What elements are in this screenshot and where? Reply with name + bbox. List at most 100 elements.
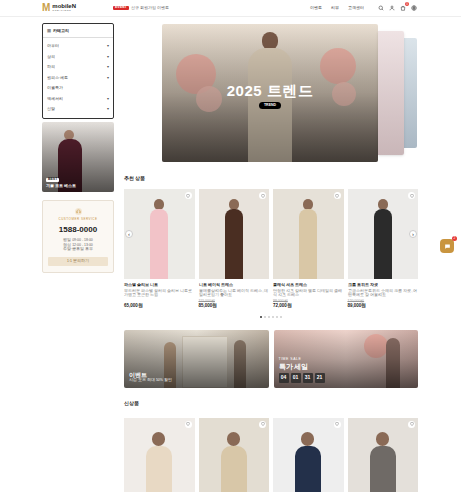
product-image[interactable] <box>124 189 195 279</box>
product-name[interactable]: 니트 베이직 드레스 <box>199 283 270 288</box>
carousel-dot[interactable] <box>276 316 278 318</box>
heart-icon[interactable] <box>335 422 339 426</box>
sidebar: ☰카테고리아우터 ▾ 상의 ▾ 하의 ▾ 원피스·세트 ▾ 이월특가액세서리 ▾ 신발 ▾ BEST겨울… <box>42 17 114 492</box>
carousel-dots <box>124 316 418 318</box>
carousel-dot[interactable] <box>268 316 270 318</box>
sidebar-item[interactable]: 이월특가 <box>47 83 109 94</box>
product-image[interactable] <box>348 189 419 279</box>
product-name[interactable]: 크롭 트위드 자켓 <box>348 283 419 288</box>
product-card[interactable] <box>124 418 195 492</box>
product-image[interactable] <box>273 418 344 492</box>
wishlist-button[interactable] <box>334 192 341 199</box>
heart-icon[interactable] <box>261 422 265 426</box>
sidebar-item-label[interactable]: 신발 <box>47 106 55 112</box>
search-icon[interactable] <box>378 5 384 11</box>
product-image[interactable] <box>199 418 270 492</box>
sidebar-item[interactable]: 원피스·세트 ▾ <box>47 73 109 84</box>
sidebar-item[interactable]: 아우터 ▾ <box>47 41 109 52</box>
inquiry-button[interactable]: 1:1 문의하기 <box>48 257 108 266</box>
event-banner[interactable]: 이벤트시즌 오프 최대 50% 할인 <box>124 330 269 388</box>
wishlist-button[interactable] <box>259 421 266 428</box>
product-card[interactable]: 파스텔 슬리브 니트부드러운 파스텔 컬러의 슬리브 니트로 가볍고 포근한 느… <box>124 189 195 309</box>
best-banner[interactable]: BEST겨울 코트 베스트 <box>42 122 114 192</box>
prev-button[interactable]: ‹ <box>125 230 133 238</box>
logo-text[interactable]: mobileNCREATIONS <box>52 3 76 13</box>
hero-button[interactable]: TREND <box>259 102 281 109</box>
sidebar-item-label[interactable]: 하의 <box>47 64 55 70</box>
carousel-dot[interactable] <box>280 316 282 318</box>
wishlist-button[interactable] <box>259 192 266 199</box>
bag-icon[interactable] <box>400 5 406 11</box>
section-title: 추천 상품 <box>124 176 418 181</box>
user-icon[interactable] <box>389 5 395 11</box>
chat-icon[interactable] <box>444 243 451 250</box>
hero-slide[interactable]: 2025 트렌드TREND <box>162 24 378 162</box>
heart-icon[interactable] <box>410 422 414 426</box>
best-badge: BEST <box>46 178 59 183</box>
site-header: MmobileNCREATIONS EVENT신규 회원가입 이벤트 이벤트 리뷰 고객… <box>0 0 461 17</box>
wishlist-button[interactable] <box>185 421 192 428</box>
heart-icon[interactable] <box>186 422 190 426</box>
next-button[interactable]: › <box>409 230 417 238</box>
carousel-dot[interactable] <box>264 316 266 318</box>
product-image[interactable] <box>124 418 195 492</box>
chat-button[interactable]: 2 <box>440 239 454 253</box>
expand-icon[interactable]: ▾ <box>107 106 109 112</box>
sidebar-item[interactable]: 하의 ▾ <box>47 62 109 73</box>
promo[interactable]: EVENT신규 회원가입 이벤트 <box>113 5 169 11</box>
carousel-dot[interactable] <box>260 316 262 318</box>
nav-link[interactable]: 이벤트 <box>310 5 322 11</box>
promo-badge: EVENT <box>113 6 129 11</box>
product-old-price: 120,000원 <box>348 299 419 303</box>
product-card[interactable] <box>199 418 270 492</box>
countdown: 04013121 <box>279 373 325 383</box>
logo[interactable]: MmobileNCREATIONS <box>42 3 76 13</box>
wishlist-button[interactable] <box>185 192 192 199</box>
sidebar-item-label[interactable]: 원피스·세트 <box>47 75 68 81</box>
expand-icon[interactable]: ▾ <box>107 64 109 70</box>
sidebar-item-label[interactable]: 상의 <box>47 54 55 60</box>
product-name[interactable]: 파스텔 슬리브 니트 <box>124 283 195 288</box>
product-card[interactable] <box>348 418 419 492</box>
wishlist-button[interactable] <box>334 421 341 428</box>
hero-next-slide[interactable] <box>378 31 404 155</box>
product-name[interactable]: 클래식 셔츠 드레스 <box>273 283 344 288</box>
heart-icon[interactable] <box>335 194 339 198</box>
cart-button[interactable]: 0 <box>400 5 406 11</box>
product-image[interactable] <box>273 189 344 279</box>
expand-icon[interactable]: ▾ <box>107 96 109 102</box>
product-card[interactable]: 크롭 트위드 자켓고급스러운 트위드 소재의 크롭 자켓, 어떤 룩에도 잘 어… <box>348 189 419 309</box>
service-hours-line: 주말·공휴일 휴무 <box>63 247 93 251</box>
product-card[interactable]: 클래식 셔츠 드레스단정한 셔츠 칼라와 벨트 디테일의 클래식 셔츠 드레스9… <box>273 189 344 309</box>
carousel-dot[interactable] <box>272 316 274 318</box>
sidebar-item[interactable]: 상의 ▾ <box>47 52 109 63</box>
logo-name[interactable]: mobileN <box>52 3 76 9</box>
expand-icon[interactable]: ▾ <box>107 75 109 81</box>
wishlist-button[interactable] <box>408 192 415 199</box>
product-card[interactable]: 니트 베이직 드레스몸매를 살려주는 니트 베이직 드레스, 데일리로 입기 좋… <box>199 189 270 309</box>
product-image[interactable] <box>199 189 270 279</box>
sidebar-item[interactable]: 신발 ▾ <box>47 104 109 115</box>
heart-icon[interactable] <box>186 194 190 198</box>
promo-text[interactable]: 신규 회원가입 이벤트 <box>131 5 169 11</box>
hero-carousel: 2025 트렌드TREND <box>124 24 418 162</box>
logo-mark[interactable]: M <box>42 3 50 13</box>
sidebar-item-label[interactable]: 이월특가 <box>47 85 63 91</box>
expand-icon[interactable]: ▾ <box>107 54 109 60</box>
heart-icon[interactable] <box>261 194 265 198</box>
wishlist-button[interactable] <box>408 421 415 428</box>
best-caption-text[interactable]: 겨울 코트 베스트 <box>46 184 76 188</box>
expand-icon[interactable]: ▾ <box>107 43 109 49</box>
nav-link[interactable]: 고객센터 <box>348 5 364 11</box>
heart-icon[interactable] <box>410 194 414 198</box>
category-header: ☰카테고리 <box>43 24 113 38</box>
sale-banner[interactable]: TIME SALE특가 세일04013121 <box>274 330 419 388</box>
product-card[interactable] <box>273 418 344 492</box>
sidebar-item[interactable]: 액세서리 ▾ <box>47 94 109 105</box>
sidebar-item-label[interactable]: 아우터 <box>47 43 59 49</box>
product-image[interactable] <box>348 418 419 492</box>
nav-link[interactable]: 리뷰 <box>331 5 339 11</box>
sidebar-item-label[interactable]: 액세서리 <box>47 96 63 102</box>
event-subtitle: 시즌 오프 최대 50% 할인 <box>129 379 172 383</box>
globe-icon[interactable] <box>411 5 417 11</box>
